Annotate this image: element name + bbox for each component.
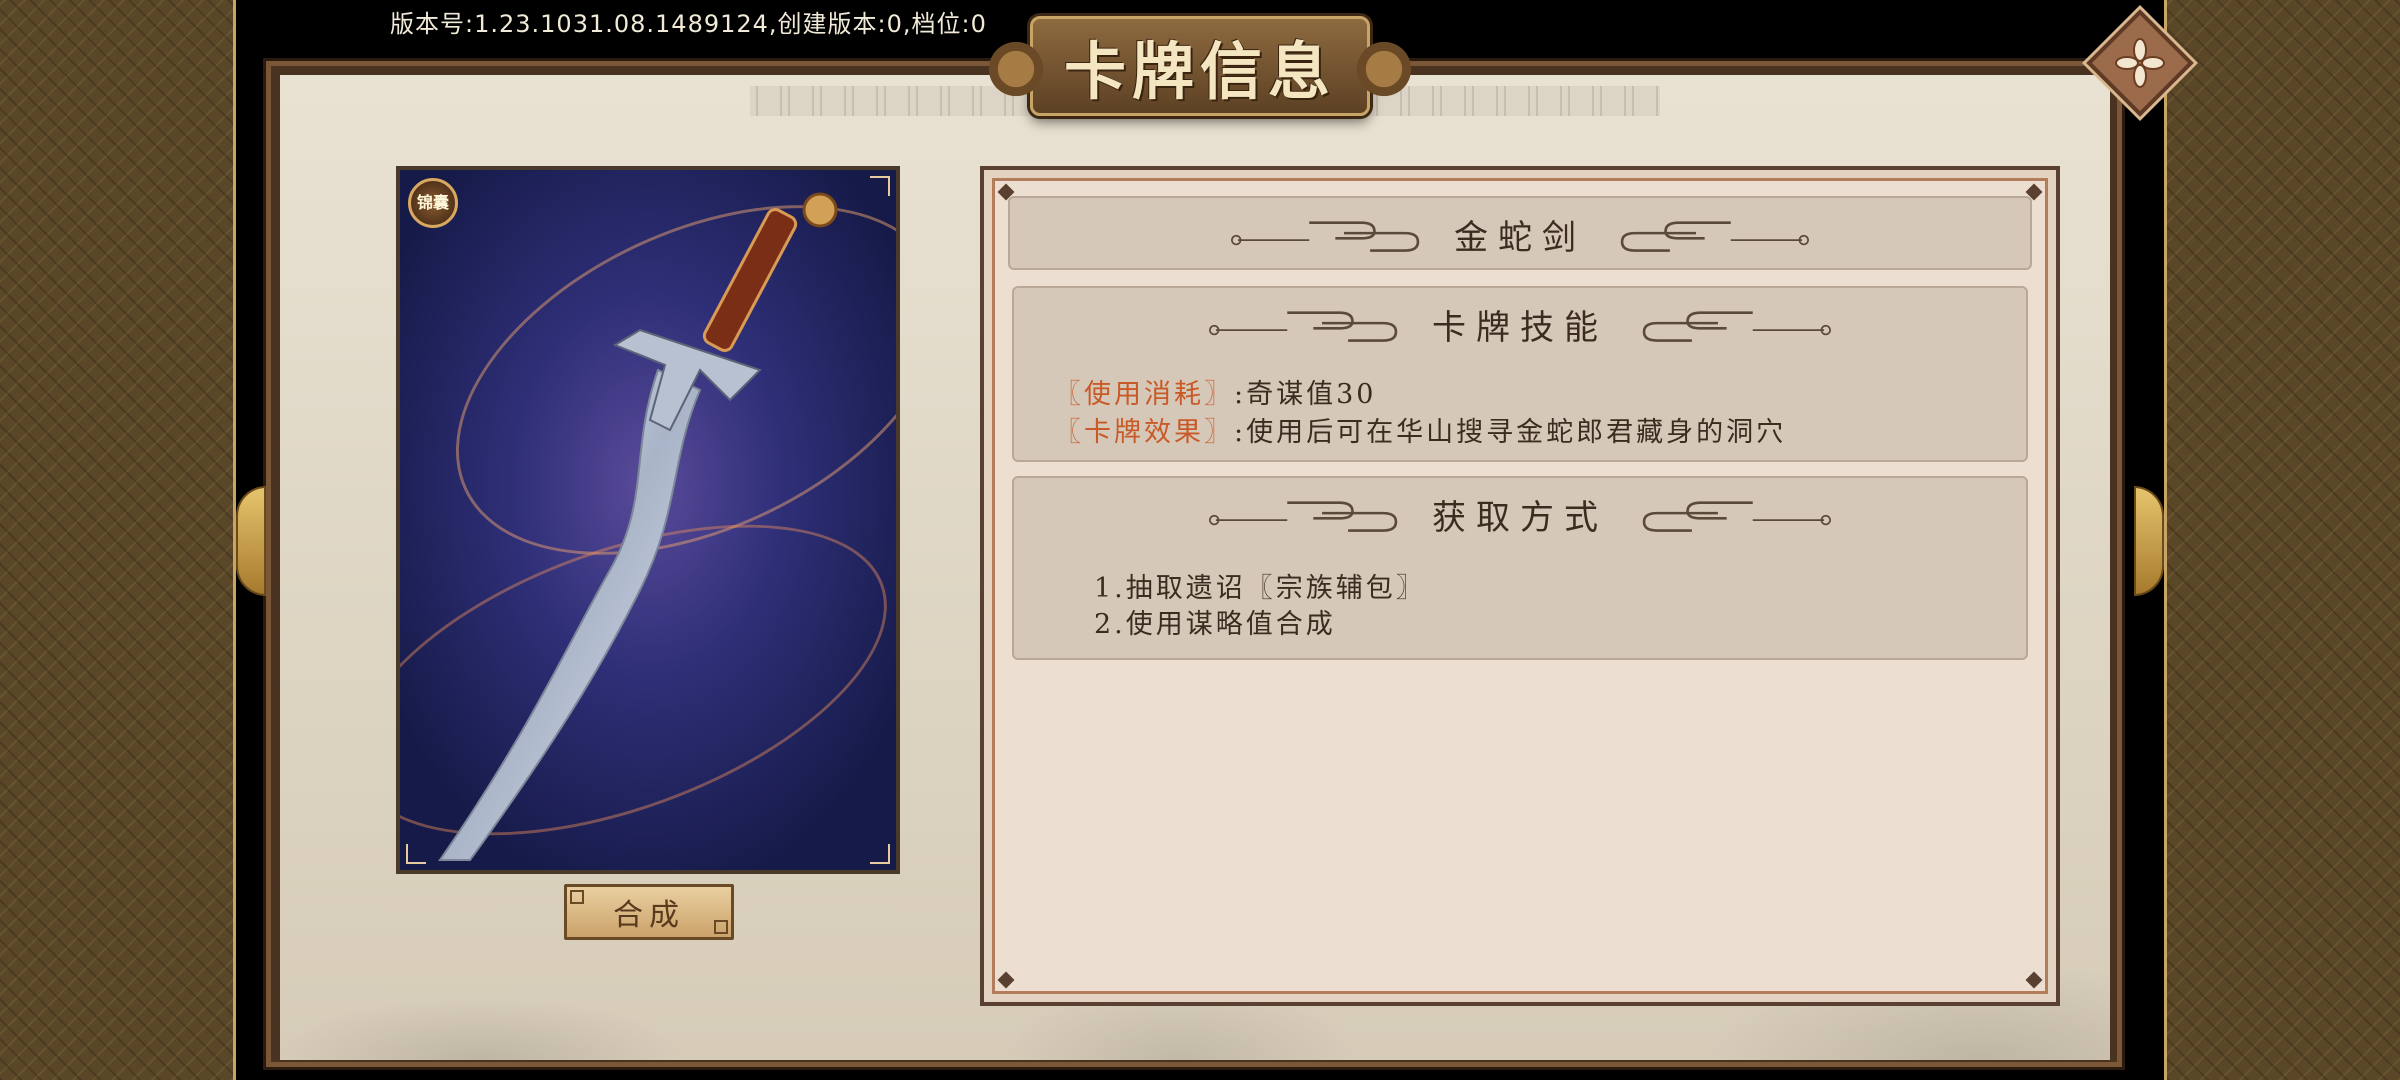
source-item: 1.抽取遗诏〖宗族辅包〗 [1094,573,1426,604]
card-source-section: 获取方式 1.抽取遗诏〖宗族辅包〗 2.使用谋略值合成 [1012,476,2028,660]
skill-header: 卡牌技能 [1014,294,2026,354]
source-title: 获取方式 [1432,497,1608,538]
source-item: 2.使用谋略值合成 [1094,609,1336,640]
page-title: 卡牌信息 [1063,35,1336,108]
skill-effect-sep: : [1234,417,1247,448]
corner-ornament [2025,971,2043,989]
skill-effect-key: 〖卡牌效果〗 [1054,417,1234,448]
cloud-ornament-icon [1209,501,1398,532]
skill-effect-value: 使用后可在华山搜寻金蛇郎君藏身的洞穴 [1246,417,1787,448]
card-type-badge: 锦囊 [408,178,458,228]
title-plaque: 卡牌信息 [981,16,1419,116]
skill-cost-key: 〖使用消耗〗 [1054,379,1234,410]
version-info: 版本号:1.23.1031.08.1489124,创建版本:0,档位:0 [390,10,987,38]
skill-title: 卡牌技能 [1432,307,1608,348]
skill-cost-line: 〖使用消耗〗:奇谋值30 [1054,372,1376,411]
corner-ornament [870,176,890,196]
right-wallpaper [2164,0,2400,1080]
card-name: 金蛇剑 [1454,217,1586,258]
skill-cost-value: 奇谋值30 [1246,379,1377,410]
cloud-ornament-icon [1642,501,1831,532]
cloud-ornament-icon [1620,221,1809,252]
sword-icon [438,192,838,861]
card-name-section: 金蛇剑 [1008,196,2032,270]
source-header: 获取方式 [1014,484,2026,544]
card-skill-section: 卡牌技能 〖使用消耗〗:奇谋值30 〖卡牌效果〗:使用后可在华山搜寻金蛇郎君藏身… [1012,286,2028,462]
card-image: 锦囊 [396,166,900,874]
close-icon [2115,38,2165,88]
corner-ornament [997,971,1015,989]
skill-cost-sep: : [1234,379,1247,410]
corner-ornament [406,844,426,864]
skill-effect-line: 〖卡牌效果〗:使用后可在华山搜寻金蛇郎君藏身的洞穴 [1054,410,1786,449]
card-info-panel: 金蛇剑 卡牌技能 〖使用消耗〗:奇谋值30 〖卡牌效果〗:使用后可在华山搜寻金蛇… [980,166,2060,1006]
corner-ornament [870,844,890,864]
close-frame [2086,9,2194,117]
cloud-ornament-icon [1231,221,1420,252]
arrow-right-icon[interactable] [2134,486,2164,596]
compose-button[interactable]: 合成 [564,884,734,940]
close-button[interactable] [2085,8,2195,118]
cloud-ornament-icon [1209,311,1398,342]
card-name-header: 金蛇剑 [1010,204,2030,264]
cloud-ornament-icon [1642,311,1831,342]
arrow-left-icon[interactable] [236,486,266,596]
left-wallpaper [0,0,236,1080]
